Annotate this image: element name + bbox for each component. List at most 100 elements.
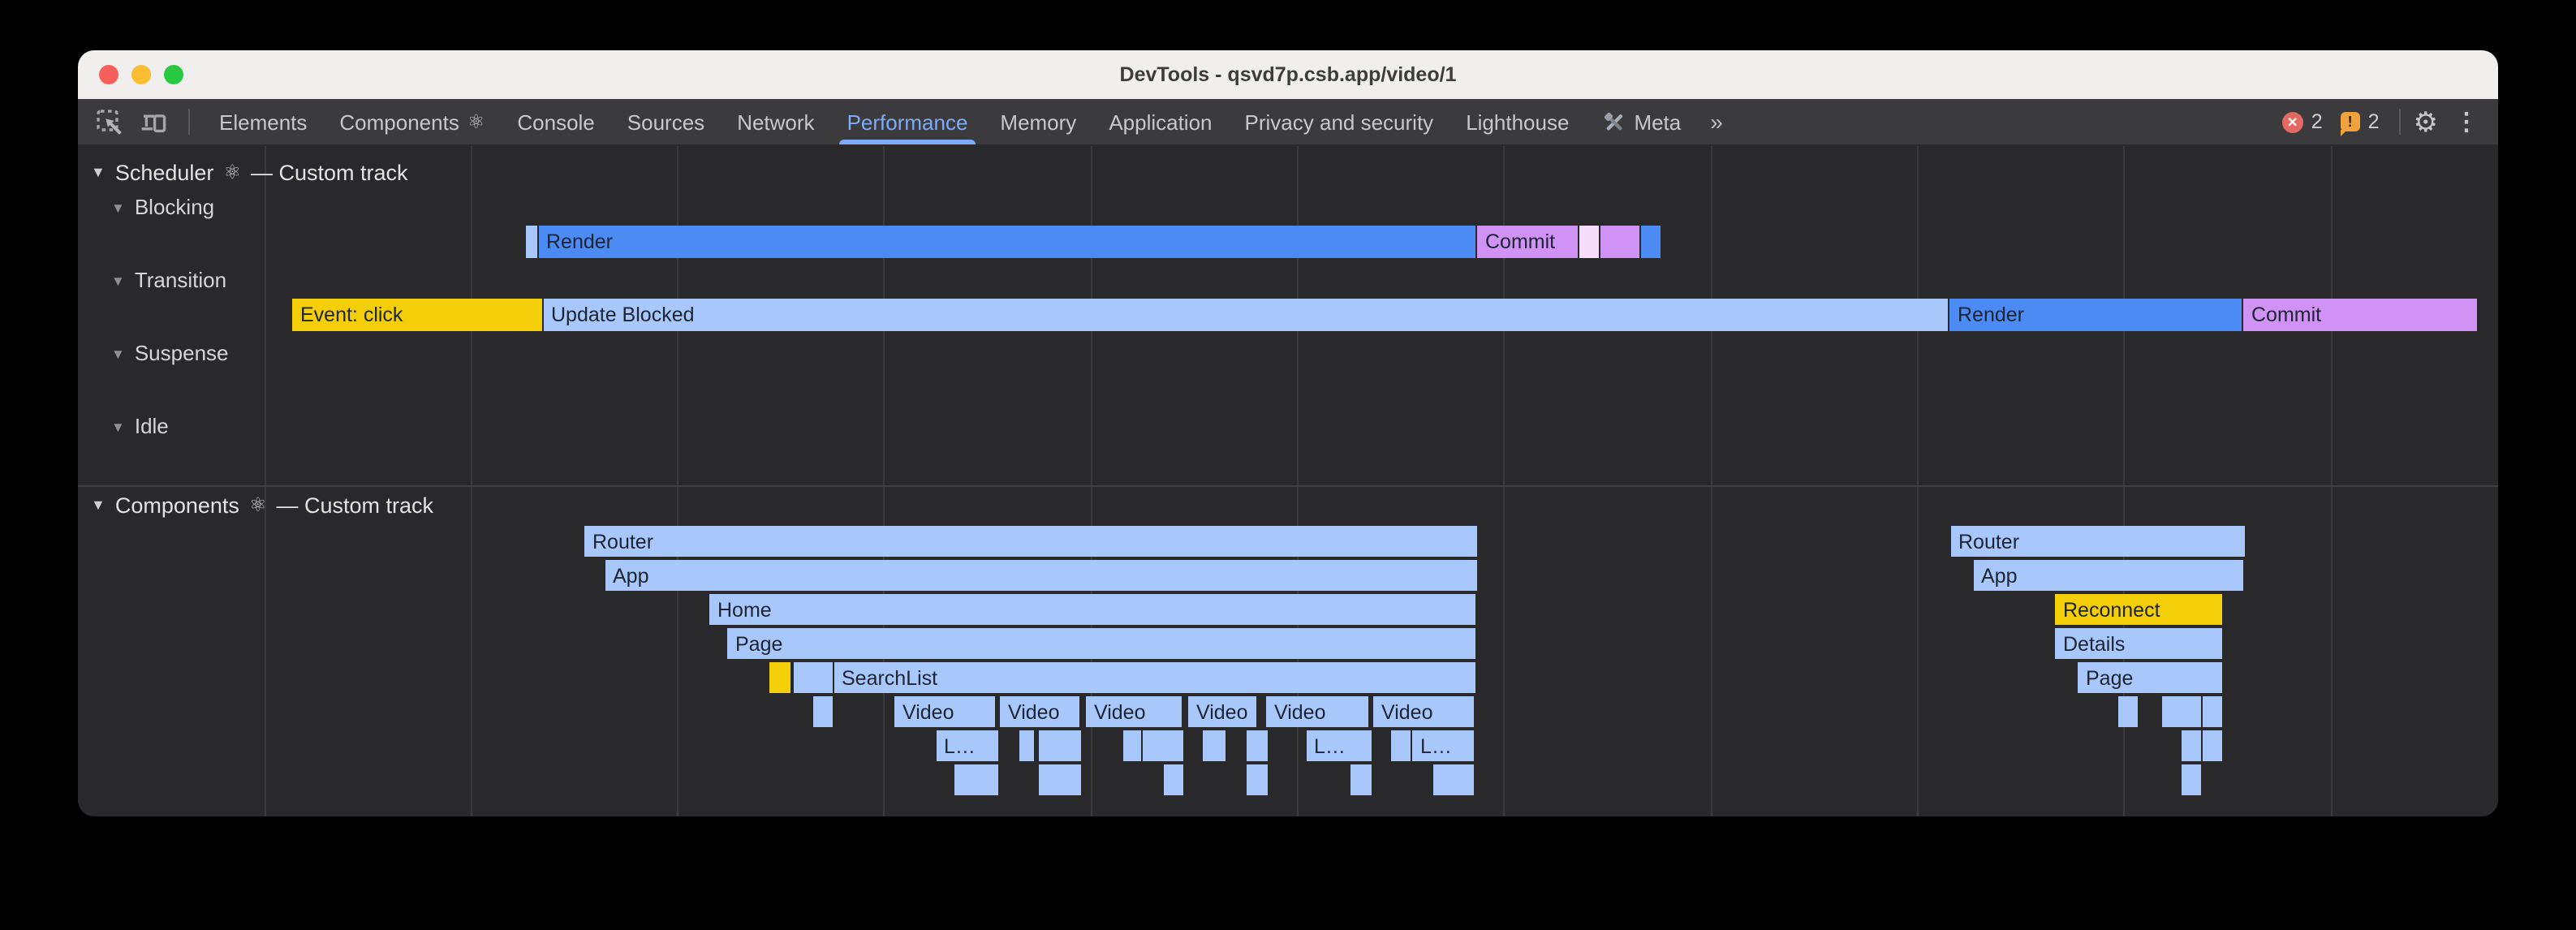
- minimize-window-button[interactable]: [131, 65, 151, 84]
- flame-bar[interactable]: [1143, 730, 1183, 761]
- flame-bar[interactable]: [1247, 764, 1267, 795]
- flame-bar-l[interactable]: L…: [1306, 730, 1371, 761]
- flame-bar[interactable]: [1038, 730, 1081, 761]
- flame-bar[interactable]: [1038, 764, 1081, 795]
- flame-bar-l[interactable]: L…: [936, 730, 998, 761]
- more-tabs-button[interactable]: »: [1697, 109, 1734, 135]
- flame-bar[interactable]: [1203, 730, 1226, 761]
- tab-label: Application: [1109, 110, 1212, 134]
- flame-bar[interactable]: [2182, 764, 2200, 795]
- flame-bar[interactable]: [1579, 226, 1598, 258]
- tab-network[interactable]: Network: [721, 99, 830, 144]
- flame-bar-app[interactable]: App: [605, 560, 1477, 591]
- flame-bar-render[interactable]: Render: [538, 226, 1475, 258]
- flame-bar-update-blocked[interactable]: Update Blocked: [543, 299, 1948, 331]
- flame-bar[interactable]: [1247, 730, 1267, 761]
- flame-bar[interactable]: [1640, 226, 1660, 258]
- lane-name: Blocking: [135, 195, 214, 219]
- flame-bar[interactable]: [2202, 696, 2221, 727]
- tab-elements[interactable]: Elements: [203, 99, 323, 144]
- lane-label-blocking[interactable]: ▼ Blocking: [111, 195, 214, 219]
- flame-bar[interactable]: [1164, 764, 1183, 795]
- flame-bar-video[interactable]: Video: [1266, 696, 1368, 727]
- flame-bar[interactable]: [954, 764, 998, 795]
- gridline: [1710, 146, 1712, 816]
- flame-bar-commit[interactable]: Commit: [1477, 226, 1578, 258]
- flame-bar[interactable]: [769, 662, 790, 693]
- flame-bar-router[interactable]: Router: [584, 526, 1477, 557]
- tab-lighthouse[interactable]: Lighthouse: [1450, 99, 1585, 144]
- tab-meta[interactable]: Meta: [1585, 99, 1697, 144]
- track-header-components[interactable]: ▼Components⚛— Custom track: [91, 492, 433, 518]
- collapse-triangle-icon: ▼: [111, 272, 125, 288]
- flame-bar[interactable]: [1019, 730, 1034, 761]
- flame-bar-app[interactable]: App: [1973, 560, 2243, 591]
- flame-bar[interactable]: [1391, 730, 1410, 761]
- flame-bar[interactable]: [1600, 226, 1639, 258]
- tab-sources[interactable]: Sources: [611, 99, 721, 144]
- tab-components[interactable]: Components ⚛: [323, 99, 501, 144]
- lane-name: Transition: [135, 268, 226, 292]
- performance-flamechart-canvas[interactable]: ▼Scheduler⚛— Custom track▼Blocking▼Trans…: [78, 146, 2498, 816]
- collapse-triangle-icon: ▼: [111, 199, 125, 215]
- react-atom-icon: ⚛: [467, 110, 485, 133]
- error-icon[interactable]: ✕: [2282, 111, 2303, 132]
- flame-bar-searchlist[interactable]: SearchList: [834, 662, 1475, 693]
- flame-bar-reconnect[interactable]: Reconnect: [2055, 594, 2221, 625]
- flame-bar-details[interactable]: Details: [2055, 628, 2221, 659]
- window-controls: [99, 50, 183, 99]
- window-title: DevTools - qsvd7p.csb.app/video/1: [78, 63, 2498, 86]
- flame-bar[interactable]: [526, 226, 536, 258]
- error-count: 2: [2311, 110, 2323, 133]
- settings-gear-icon[interactable]: ⚙: [2414, 108, 2439, 136]
- gridline: [471, 146, 472, 816]
- tab-memory[interactable]: Memory: [984, 99, 1092, 144]
- devtools-window: DevTools - qsvd7p.csb.app/video/1 E: [78, 50, 2498, 816]
- tab-application[interactable]: Application: [1092, 99, 1228, 144]
- flame-bar-l[interactable]: L…: [1412, 730, 1474, 761]
- flame-bar[interactable]: [1122, 730, 1140, 761]
- tab-console[interactable]: Console: [501, 99, 610, 144]
- flame-bar[interactable]: [2182, 730, 2200, 761]
- warning-count: 2: [2368, 110, 2380, 133]
- flame-bar[interactable]: [793, 662, 832, 693]
- react-atom-icon: ⚛: [249, 493, 267, 516]
- inspect-element-icon[interactable]: [94, 107, 123, 136]
- flame-bar[interactable]: [812, 696, 832, 727]
- flame-bar-video[interactable]: Video: [1373, 696, 1474, 727]
- tab-label: Performance: [847, 110, 968, 134]
- flame-bar[interactable]: [2202, 730, 2221, 761]
- flame-bar[interactable]: [1350, 764, 1371, 795]
- flame-bar-render[interactable]: Render: [1949, 299, 2242, 331]
- lane-label-suspense[interactable]: ▼Suspense: [111, 341, 229, 365]
- flame-bar-event-click[interactable]: Event: click: [292, 299, 541, 331]
- kebab-menu-icon[interactable]: ⋮: [2454, 107, 2479, 136]
- tab-performance[interactable]: Performance: [831, 99, 984, 144]
- tab-label: Components: [339, 110, 459, 134]
- flame-bar-video[interactable]: Video: [1188, 696, 1256, 727]
- flame-bar[interactable]: [2161, 696, 2200, 727]
- flame-bar-video[interactable]: Video: [1000, 696, 1079, 727]
- device-toolbar-icon[interactable]: [140, 107, 169, 136]
- flame-bar-page[interactable]: Page: [2078, 662, 2221, 693]
- track-name: Components: [115, 493, 239, 517]
- flame-bar-page[interactable]: Page: [727, 628, 1475, 659]
- lane-label-transition[interactable]: ▼ Transition: [111, 268, 226, 292]
- close-window-button[interactable]: [99, 65, 118, 84]
- track-suffix: — Custom track: [251, 160, 408, 184]
- lane-label-idle[interactable]: ▼Idle: [111, 414, 169, 438]
- tab-privacy-and-security[interactable]: Privacy and security: [1229, 99, 1450, 144]
- flame-bar[interactable]: [1432, 764, 1474, 795]
- react-atom-icon: ⚛: [223, 161, 241, 183]
- flame-bar-video[interactable]: Video: [1086, 696, 1182, 727]
- maximize-window-button[interactable]: [164, 65, 183, 84]
- flame-bar-commit[interactable]: Commit: [2243, 299, 2476, 331]
- flame-bar-video[interactable]: Video: [894, 696, 995, 727]
- flame-bar[interactable]: [2117, 696, 2138, 727]
- flame-bar-router[interactable]: Router: [1950, 526, 2244, 557]
- collapse-triangle-icon: ▼: [91, 164, 106, 180]
- flame-bar-home[interactable]: Home: [709, 594, 1475, 625]
- warning-icon[interactable]: !: [2341, 112, 2360, 131]
- track-header-scheduler[interactable]: ▼Scheduler⚛— Custom track: [91, 159, 408, 185]
- collapse-triangle-icon: ▼: [111, 418, 125, 434]
